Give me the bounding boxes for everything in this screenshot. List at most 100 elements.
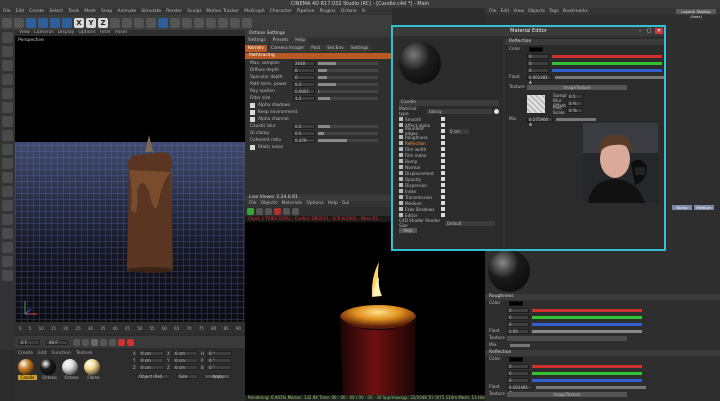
param-value-field[interactable]: 6 <box>293 68 315 73</box>
octane-tab[interactable]: Camera Imager <box>267 45 308 52</box>
channel-checkbox[interactable] <box>441 177 445 181</box>
pause-icon[interactable] <box>265 208 272 215</box>
material-item[interactable]: Octane <box>62 359 81 380</box>
blur-offset-field[interactable]: 0 % <box>567 101 583 106</box>
post-scale-field[interactable]: 0 % <box>567 108 583 113</box>
viewport-menu-item[interactable]: Filter <box>100 30 111 35</box>
texture-mode-icon[interactable] <box>2 60 13 71</box>
scale-icon[interactable] <box>50 17 60 28</box>
channel-checkbox[interactable] <box>441 147 445 151</box>
rp-refl-texture-button[interactable]: ImageTexture <box>507 392 627 397</box>
checkbox[interactable] <box>250 103 255 108</box>
live-viewer-menu-item[interactable]: Options <box>306 201 323 207</box>
z-axis-icon[interactable]: Z <box>98 17 108 28</box>
coordinate-field[interactable]: 0 cm <box>138 351 164 356</box>
material-name-field[interactable]: Candle <box>399 100 499 106</box>
start-frame-field[interactable]: 0 F <box>18 339 40 345</box>
octane-tab[interactable]: Set.Env <box>324 45 347 52</box>
go-start-icon[interactable] <box>73 338 80 346</box>
coordinate-field[interactable]: 0 cm <box>172 358 198 363</box>
octane-tab[interactable]: Settings <box>347 45 372 52</box>
live-viewer-menu-item[interactable]: File <box>249 201 257 207</box>
rgb-slider[interactable] <box>532 379 642 382</box>
param-slider[interactable] <box>318 83 378 86</box>
tweak-icon[interactable] <box>2 144 13 155</box>
object-manager-menu-item[interactable]: Edit <box>501 8 510 15</box>
maximize-icon[interactable]: ▢ <box>645 28 653 34</box>
send-scene-icon[interactable] <box>247 208 254 215</box>
restart-icon[interactable] <box>256 208 263 215</box>
me-texture-button[interactable]: ImageTexture <box>527 85 627 90</box>
rgb-value-field[interactable]: 0 <box>507 322 529 327</box>
channel-checkbox[interactable] <box>441 195 445 199</box>
coordinate-field[interactable]: 0 cm <box>138 365 164 370</box>
rgb-slider[interactable] <box>552 69 662 72</box>
viewport-menu-item[interactable]: Panel <box>115 30 127 35</box>
param-value-field[interactable]: 0.2 <box>293 124 315 129</box>
viewport-menu-item[interactable]: View <box>19 30 30 35</box>
channel-checkbox[interactable] <box>441 117 445 121</box>
model-mode-icon[interactable] <box>2 46 13 57</box>
minimize-icon[interactable]: – <box>636 28 644 34</box>
coordinate-field[interactable]: 0 cm <box>138 358 164 363</box>
live-viewer-menu-item[interactable]: Materials <box>282 201 303 207</box>
texture-thumbnail[interactable] <box>527 94 545 113</box>
menu-item[interactable]: Snap <box>101 9 112 14</box>
menu-item[interactable]: Sculpt <box>187 9 201 14</box>
channel-checkbox[interactable] <box>441 183 445 187</box>
points-mode-icon[interactable] <box>2 88 13 99</box>
static-noise-checkbox[interactable] <box>250 145 255 150</box>
scene-icon[interactable] <box>218 17 228 28</box>
menu-item[interactable]: Create <box>29 9 44 14</box>
subdivision-icon[interactable] <box>182 17 192 28</box>
octane-menu-item[interactable]: Settings <box>245 37 269 44</box>
move-icon[interactable] <box>38 17 48 28</box>
size-mode-select[interactable]: Size <box>176 374 198 379</box>
rgb-slider[interactable] <box>532 309 642 312</box>
rgb-value-field[interactable]: 0 <box>507 315 529 320</box>
character-icon[interactable] <box>2 256 13 267</box>
bump-tag[interactable]: Bump <box>672 205 692 210</box>
select-icon[interactable] <box>26 17 36 28</box>
menu-item[interactable]: MoGraph <box>244 9 264 14</box>
coordinate-field[interactable]: 0 cm <box>172 351 198 356</box>
menu-item[interactable]: Character <box>270 9 292 14</box>
menu-item[interactable]: Plugins <box>319 9 335 14</box>
render-view-icon[interactable] <box>134 17 144 28</box>
me-color-swatch[interactable] <box>529 47 543 52</box>
timeline[interactable]: 0 5 10 15 20 25 30 35 40 45 50 55 60 65 70 75 80 85 90 <box>15 322 245 334</box>
material-manager-menu-item[interactable]: Create <box>18 351 33 356</box>
rgb-value-field[interactable]: 0 <box>507 371 529 376</box>
rgb-slider[interactable] <box>552 55 662 58</box>
paint-icon[interactable] <box>2 228 13 239</box>
object-manager-menu-item[interactable]: Bookmarks <box>563 8 588 15</box>
coordinate-system-icon[interactable] <box>110 17 120 28</box>
zoom-icon[interactable] <box>292 208 299 215</box>
menu-item[interactable]: Render <box>166 9 182 14</box>
layout-select[interactable]: Layout: Startup (User) <box>676 9 716 19</box>
rp-refl-float-slider[interactable] <box>536 386 646 389</box>
material-item[interactable]: Octane <box>40 359 59 380</box>
prev-frame-icon[interactable] <box>82 338 89 346</box>
object-manager-menu-item[interactable]: File <box>489 8 497 15</box>
rgb-slider[interactable] <box>532 316 642 319</box>
channel-checkbox[interactable] <box>441 159 445 163</box>
rgb-value-field[interactable]: 0 <box>507 308 529 313</box>
channel-value-field[interactable]: 0 cm <box>449 128 469 134</box>
param-slider[interactable] <box>318 62 378 65</box>
menu-item[interactable]: Simulate <box>141 9 161 14</box>
render-settings-icon[interactable] <box>146 17 156 28</box>
grid-icon[interactable] <box>2 186 13 197</box>
channel-checkbox[interactable] <box>441 129 445 133</box>
param-slider[interactable] <box>318 97 378 100</box>
next-frame-icon[interactable] <box>100 338 107 346</box>
material-manager-menu-item[interactable]: Function <box>52 351 71 356</box>
rp-texture-button[interactable] <box>507 336 627 341</box>
param-value-field[interactable]: 0.3 <box>293 82 315 87</box>
play-icon[interactable] <box>91 338 98 346</box>
pen-icon[interactable] <box>170 17 180 28</box>
record-icon[interactable] <box>118 338 125 346</box>
channel-checkbox[interactable] <box>441 165 445 169</box>
x-axis-icon[interactable]: X <box>74 17 84 28</box>
sampling-field[interactable]: 0.5 <box>567 94 583 99</box>
